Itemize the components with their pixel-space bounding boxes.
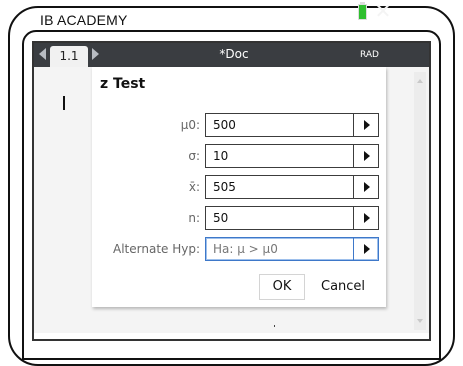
document-titlebar: 1.1 *Doc RAD xyxy=(34,43,429,67)
page-indicator-dot xyxy=(274,325,275,327)
cancel-button[interactable]: Cancel xyxy=(321,279,365,294)
scroll-up-icon[interactable] xyxy=(417,79,423,83)
field-divider xyxy=(353,145,354,167)
dialog-title: z Test xyxy=(100,76,146,92)
sigma-field[interactable]: 10 xyxy=(205,144,379,168)
field-divider xyxy=(353,207,354,229)
scroll-down-icon[interactable] xyxy=(417,319,423,323)
close-icon[interactable]: ✕ xyxy=(374,1,392,21)
xbar-label: x̄: xyxy=(188,180,200,194)
tab-page-1-1[interactable]: 1.1 xyxy=(50,46,88,67)
n-field[interactable]: 50 xyxy=(205,206,379,230)
dropdown-arrow-icon[interactable] xyxy=(364,182,370,192)
ok-button[interactable]: OK xyxy=(259,274,305,300)
dropdown-arrow-icon[interactable] xyxy=(364,120,370,130)
alternate-hyp-select[interactable]: Ha: μ > μ0 xyxy=(205,237,379,261)
field-divider xyxy=(353,114,354,136)
mu0-label: μ0: xyxy=(180,118,200,132)
field-divider xyxy=(353,176,354,198)
xbar-field[interactable]: 505 xyxy=(205,175,379,199)
text-cursor xyxy=(63,96,65,110)
field-divider xyxy=(353,238,354,260)
tab-scroll-left-icon[interactable] xyxy=(39,48,46,60)
dropdown-arrow-icon[interactable] xyxy=(364,151,370,161)
sigma-label: σ: xyxy=(188,149,200,163)
brand-label: IB ACADEMY xyxy=(40,12,128,28)
mu0-field[interactable]: 500 xyxy=(205,113,379,137)
dropdown-arrow-icon[interactable] xyxy=(364,213,370,223)
tab-scroll-right-icon[interactable] xyxy=(92,48,99,60)
n-value: 50 xyxy=(213,211,229,225)
n-label: n: xyxy=(188,211,200,225)
xbar-value: 505 xyxy=(213,180,236,194)
sigma-value: 10 xyxy=(213,149,229,163)
alternate-hyp-value: Ha: μ > μ0 xyxy=(213,242,278,256)
battery-icon xyxy=(358,4,367,20)
document-title: *Doc xyxy=(219,47,249,61)
angle-mode-indicator: RAD xyxy=(360,50,379,60)
scrollbar[interactable] xyxy=(414,72,426,330)
alternate-hyp-label: Alternate Hyp: xyxy=(113,242,200,256)
dropdown-arrow-icon[interactable] xyxy=(364,244,370,254)
mu0-value: 500 xyxy=(213,118,236,132)
